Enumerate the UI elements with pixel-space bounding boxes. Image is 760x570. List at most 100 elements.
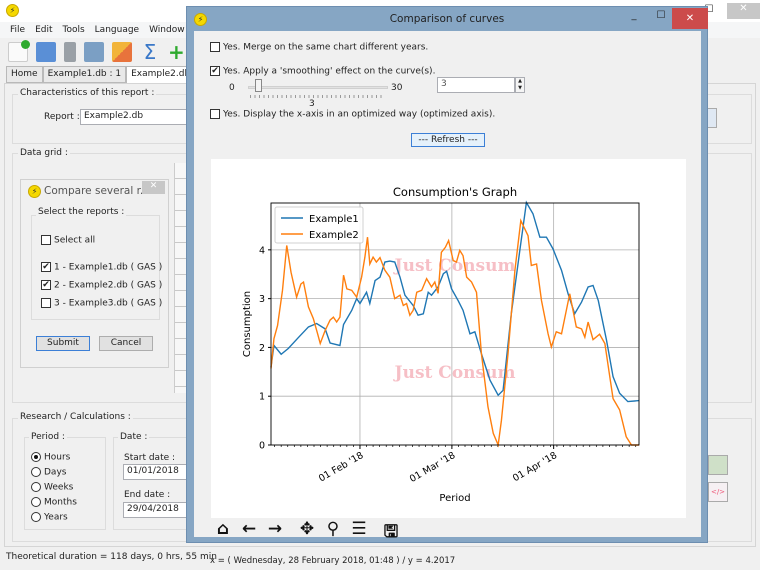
forward-arrow-icon[interactable]: → (263, 519, 287, 548)
period-radio-days[interactable]: Days (31, 467, 66, 478)
checkbox-icon (210, 42, 220, 52)
y-tick-label: 3 (259, 294, 265, 305)
select-all-label: Select all (54, 235, 96, 246)
tab-example1[interactable]: Example1.db : 1 (42, 66, 127, 83)
optimized-axis-label: Yes. Display the x-axis in an optimized … (223, 109, 496, 120)
print-icon[interactable] (36, 42, 56, 62)
report-label-1: 1 - Example1.db ( GAS ) (54, 262, 163, 273)
date-title: Date : (118, 432, 150, 442)
y-tick-label: 4 (259, 245, 265, 256)
import-icon[interactable] (84, 42, 104, 62)
trash-icon[interactable] (64, 42, 76, 62)
configure-subplots-icon[interactable]: ☰ (347, 519, 371, 548)
watermark-text: Just Consum (393, 363, 516, 383)
refresh-button[interactable]: --- Refresh --- (411, 133, 485, 147)
y-tick-label: 2 (259, 343, 265, 354)
menu-file[interactable]: File (10, 22, 25, 38)
checkbox-icon (41, 235, 51, 245)
checkmark-icon: ✔ (41, 280, 51, 290)
smoothing-slider-thumb[interactable] (255, 79, 262, 92)
main-close-button[interactable]: ✕ (727, 3, 760, 19)
report-label: Report : (44, 112, 80, 122)
checkmark-icon: ✔ (210, 66, 220, 76)
period-radio-months[interactable]: Months (31, 497, 77, 508)
chart-canvas[interactable]: Consumption's Graph 0 1 2 3 4 01 Feb '18 01 Mar… (211, 159, 686, 518)
chart-toolbar: ⌂ ← → ✥ ⚲ ☰ 🖫 (211, 519, 403, 548)
consumption-chart[interactable]: Consumption's Graph 0 1 2 3 4 01 Feb '18 01 Mar… (211, 159, 686, 518)
period-radio-hours[interactable]: Hours (31, 452, 70, 463)
period-label: Weeks (44, 482, 74, 493)
maximize-button[interactable]: ☐ (649, 10, 673, 26)
report-checkbox-3[interactable]: 3 - Example3.db ( GAS ) (41, 298, 162, 309)
back-arrow-icon[interactable]: ← (237, 519, 261, 548)
checkbox-icon (210, 109, 220, 119)
new-report-icon[interactable] (8, 40, 30, 62)
report-field[interactable]: Example2.db (80, 109, 190, 125)
slider-value-label: 3 (309, 99, 315, 109)
characteristics-title: Characteristics of this report : (18, 88, 157, 98)
minimize-button[interactable]: _ (622, 10, 646, 26)
tab-home[interactable]: Home (6, 66, 43, 83)
add-icon[interactable]: + (168, 42, 188, 62)
zoom-icon[interactable]: ⚲ (321, 519, 345, 548)
start-date-label: Start date : (124, 453, 176, 463)
merge-years-checkbox[interactable]: Yes. Merge on the same chart different y… (210, 42, 428, 53)
radio-icon (31, 497, 41, 507)
menu-language[interactable]: Language (95, 22, 139, 38)
period-label: Days (44, 467, 67, 478)
toolbar: Σ + (0, 38, 200, 65)
radio-icon (31, 482, 41, 492)
y-axis-label: Consumption (242, 291, 253, 357)
report-checkbox-1[interactable]: ✔ 1 - Example1.db ( GAS ) (41, 262, 162, 273)
menu-window[interactable]: Window (149, 22, 185, 38)
home-icon[interactable]: ⌂ (211, 519, 235, 548)
sum-icon[interactable]: Σ (140, 42, 160, 62)
export-html-button[interactable]: </> (708, 482, 728, 502)
report-label-3: 3 - Example3.db ( GAS ) (54, 298, 163, 309)
smoothing-checkbox[interactable]: ✔ Yes. Apply a 'smoothing' effect on the … (210, 66, 435, 77)
compare-icon[interactable] (112, 42, 132, 62)
menu-tools[interactable]: Tools (63, 22, 85, 38)
radio-icon (31, 467, 41, 477)
cursor-coordinates: x = ( Wednesday, 28 February 2018, 01:48… (210, 556, 456, 566)
smoothing-spinbox[interactable]: 3 (437, 77, 515, 93)
x-axis-label: Period (439, 493, 470, 504)
cancel-button[interactable]: Cancel (99, 336, 153, 351)
watermark-text: Just Consum (393, 256, 516, 276)
select-all-checkbox[interactable]: Select all (41, 235, 95, 246)
x-tick-label: 01 Feb '18 (317, 450, 366, 484)
data-grid-title: Data grid : (18, 148, 70, 158)
slider-max-label: 30 (391, 83, 403, 93)
y-tick-label: 1 (259, 392, 265, 403)
slider-min-label: 0 (229, 83, 235, 93)
end-date-field[interactable]: 29/04/2018 (123, 502, 193, 518)
submit-button[interactable]: Submit (36, 336, 90, 351)
app-logo-icon: ⚡ (6, 4, 19, 17)
compare-dialog-icon: ⚡ (28, 185, 41, 198)
status-bar-text: Theoretical duration = 118 days, 0 hrs, … (6, 552, 217, 562)
close-button[interactable]: ✕ (672, 8, 708, 29)
comparison-dialog: ⚡ Comparison of curves _ ☐ ✕ Yes. Merge … (186, 6, 708, 566)
period-title: Period : (29, 432, 67, 442)
export-excel-button[interactable] (708, 455, 728, 475)
period-radio-weeks[interactable]: Weeks (31, 482, 73, 493)
start-date-field[interactable]: 01/01/2018 (123, 464, 193, 480)
merge-years-label: Yes. Merge on the same chart different y… (223, 42, 429, 53)
optimized-axis-checkbox[interactable]: Yes. Display the x-axis in an optimized … (210, 109, 495, 120)
compare-close-button[interactable]: ✕ (142, 181, 165, 194)
dialog-body: Yes. Merge on the same chart different y… (194, 31, 701, 566)
save-icon[interactable]: 🖫 (379, 519, 403, 548)
legend-label: Example1 (309, 214, 359, 225)
checkmark-icon: ✔ (41, 262, 51, 272)
end-date-label: End date : (124, 490, 171, 500)
x-tick-label: 01 Mar '18 (408, 450, 457, 485)
period-radio-years[interactable]: Years (31, 512, 68, 523)
pan-icon[interactable]: ✥ (295, 519, 319, 548)
smoothing-slider-track[interactable] (248, 86, 388, 89)
report-checkbox-2[interactable]: ✔ 2 - Example2.db ( GAS ) (41, 280, 162, 291)
spinbox-arrows[interactable]: ▲ ▼ (515, 77, 525, 93)
x-tick-label: 01 Apr '18 (511, 450, 559, 484)
radio-icon (31, 512, 41, 522)
menu-edit[interactable]: Edit (35, 22, 52, 38)
smoothing-label: Yes. Apply a 'smoothing' effect on the c… (223, 66, 436, 77)
